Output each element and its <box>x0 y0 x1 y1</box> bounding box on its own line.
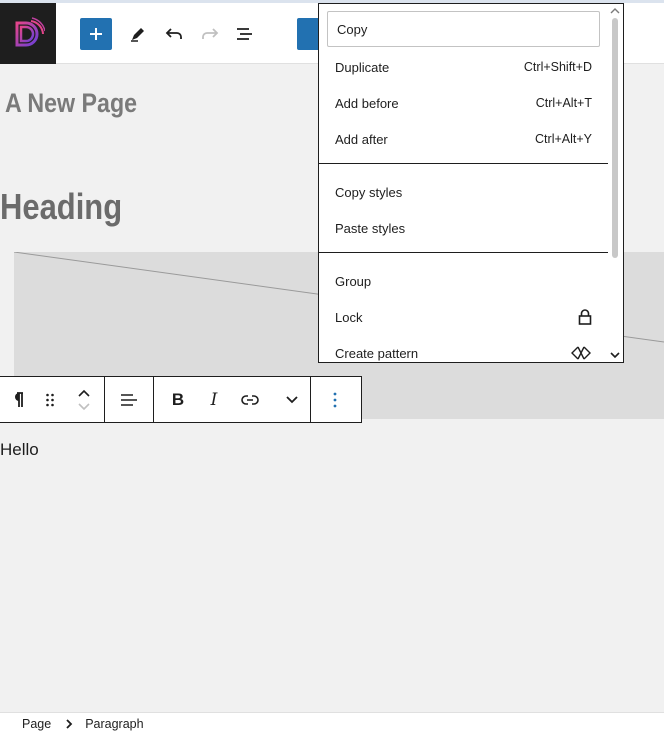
link-icon <box>241 394 259 405</box>
menu-item-shortcut: Ctrl+Shift+D <box>523 60 592 74</box>
plus-icon <box>90 28 102 40</box>
menu-item-copy-styles[interactable]: Copy styles <box>319 174 608 210</box>
pattern-icon <box>571 346 591 360</box>
more-vertical-icon <box>333 392 337 407</box>
scroll-up-icon[interactable] <box>607 5 623 17</box>
more-formatting-button[interactable] <box>274 377 310 422</box>
block-options-menu: Copy Duplicate Ctrl+Shift+D Add before C… <box>318 3 624 363</box>
menu-scrollbar[interactable] <box>607 4 623 362</box>
list-view-icon <box>237 28 252 40</box>
redo-icon <box>202 28 219 39</box>
drag-handle[interactable] <box>36 377 64 422</box>
page-title[interactable]: A New Page <box>5 88 137 119</box>
scroll-down-icon[interactable] <box>607 349 623 361</box>
menu-separator <box>319 163 608 164</box>
menu-item-label: Create pattern <box>335 345 419 361</box>
pencil-icon <box>131 28 144 42</box>
redo-button[interactable] <box>194 18 226 50</box>
link-button[interactable] <box>226 377 274 422</box>
drag-icon <box>46 393 54 406</box>
heading-block[interactable]: Heading <box>0 186 122 228</box>
menu-item-label: Copy <box>337 21 368 37</box>
chevron-right-icon <box>65 719 73 729</box>
menu-item-label: Lock <box>335 309 363 325</box>
menu-item-add-before[interactable]: Add before Ctrl+Alt+T <box>319 85 608 121</box>
menu-item-paste-styles[interactable]: Paste styles <box>319 210 608 246</box>
menu-item-label: Add after <box>335 131 388 147</box>
align-left-icon <box>121 393 137 406</box>
move-down-icon[interactable] <box>77 402 91 412</box>
block-toolbar: B I <box>0 376 362 423</box>
tools-button[interactable] <box>122 18 154 50</box>
menu-item-create-pattern[interactable]: Create pattern <box>319 335 608 362</box>
menu-item-label: Duplicate <box>335 59 390 75</box>
breadcrumb-page[interactable]: Page <box>22 717 51 731</box>
alignment-group <box>105 377 154 422</box>
menu-item-label: Copy styles <box>335 184 403 200</box>
options-button[interactable] <box>311 377 359 422</box>
site-logo[interactable] <box>0 3 56 64</box>
scroll-thumb[interactable] <box>612 18 618 258</box>
undo-button[interactable] <box>158 18 190 50</box>
lock-icon <box>578 309 592 325</box>
options-group <box>311 377 359 422</box>
pilcrow-icon <box>15 391 23 407</box>
breadcrumb-paragraph[interactable]: Paragraph <box>85 717 143 731</box>
move-buttons <box>64 377 104 422</box>
add-block-button[interactable] <box>80 18 112 50</box>
menu-item-label: Paste styles <box>335 220 406 236</box>
formatting-group: B I <box>154 377 311 422</box>
breadcrumb: Page Paragraph <box>0 712 664 735</box>
menu-item-add-after[interactable]: Add after Ctrl+Alt+Y <box>319 121 608 157</box>
menu-item-label: Group <box>335 273 372 289</box>
bold-button[interactable]: B <box>154 377 202 422</box>
italic-button[interactable]: I <box>202 377 226 422</box>
menu-item-shortcut: Ctrl+Alt+Y <box>535 132 592 146</box>
menu-item-duplicate[interactable]: Duplicate Ctrl+Shift+D <box>319 49 608 85</box>
menu-item-group[interactable]: Group <box>319 263 608 299</box>
move-up-icon[interactable] <box>77 388 91 398</box>
menu-item-shortcut: Ctrl+Alt+T <box>535 96 592 110</box>
undo-icon <box>165 28 182 39</box>
align-button[interactable] <box>105 377 153 422</box>
logo-icon <box>15 16 45 46</box>
menu-separator <box>319 252 608 253</box>
menu-item-copy[interactable]: Copy <box>327 11 600 47</box>
document-overview-button[interactable] <box>229 18 261 50</box>
chevron-down-icon <box>286 395 298 403</box>
paragraph-type-button[interactable] <box>0 377 36 422</box>
menu-item-label: Add before <box>335 95 399 111</box>
menu-item-lock[interactable]: Lock <box>319 299 608 335</box>
block-type-group <box>0 377 105 422</box>
paragraph-block[interactable]: Hello <box>0 440 39 460</box>
